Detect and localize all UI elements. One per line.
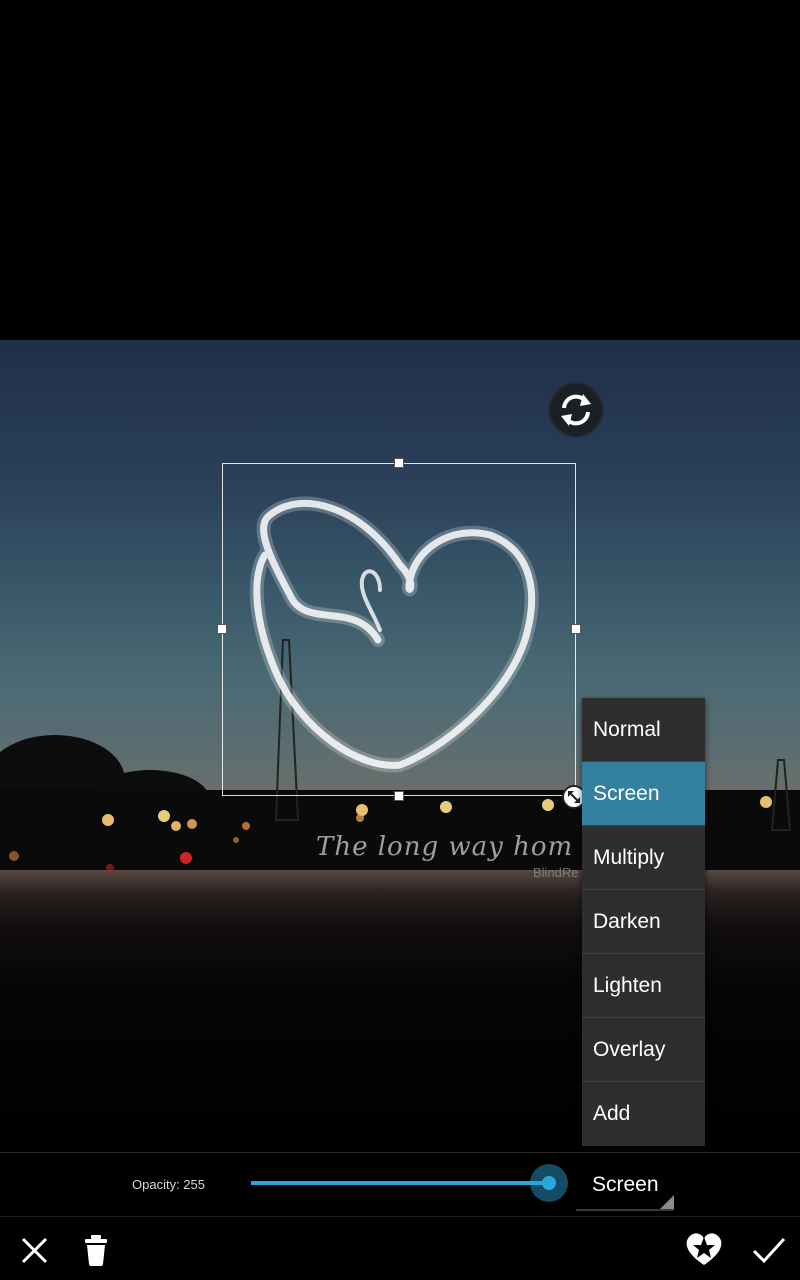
cancel-button[interactable] <box>2 1217 66 1280</box>
blend-item-multiply[interactable]: Multiply <box>582 826 705 890</box>
blend-item-darken[interactable]: Darken <box>582 890 705 954</box>
check-icon <box>752 1237 786 1264</box>
screen: The long way hom BlindRe Normal Screen M… <box>0 0 800 1280</box>
handle-right[interactable] <box>571 624 581 634</box>
blend-item-overlay[interactable]: Overlay <box>582 1018 705 1082</box>
watermark-title: The long way hom <box>316 832 574 862</box>
trash-icon <box>85 1235 107 1266</box>
blend-item-screen[interactable]: Screen <box>582 762 705 826</box>
close-icon <box>21 1237 48 1264</box>
opacity-slider-thumb[interactable] <box>530 1164 568 1202</box>
opacity-label: Opacity: 255 <box>132 1177 205 1192</box>
sticker-button[interactable] <box>672 1217 736 1280</box>
blend-item-normal[interactable]: Normal <box>582 698 705 762</box>
watermark-credit: BlindRe <box>533 865 579 880</box>
blend-mode-spinner-value: Screen <box>592 1173 659 1196</box>
handle-top[interactable] <box>394 458 404 468</box>
opacity-bar: Opacity: 255 Screen <box>0 1152 800 1216</box>
opacity-slider-track[interactable] <box>251 1181 549 1185</box>
blend-item-add[interactable]: Add <box>582 1082 705 1146</box>
rotate-icon <box>561 394 591 426</box>
handle-left[interactable] <box>217 624 227 634</box>
apply-button[interactable] <box>736 1217 800 1280</box>
dropdown-corner-icon <box>660 1195 674 1209</box>
blend-item-lighten[interactable]: Lighten <box>582 954 705 1018</box>
bottom-toolbar <box>0 1216 800 1280</box>
heart-star-icon <box>686 1233 722 1265</box>
delete-button[interactable] <box>64 1217 128 1280</box>
resize-icon <box>568 791 580 803</box>
blend-mode-spinner[interactable]: Screen <box>576 1163 674 1211</box>
handle-bottom[interactable] <box>394 791 404 801</box>
rotate-button[interactable] <box>550 384 602 436</box>
sticker-selection-box[interactable] <box>222 463 576 796</box>
blend-mode-menu: Normal Screen Multiply Darken Lighten Ov… <box>582 698 705 1146</box>
